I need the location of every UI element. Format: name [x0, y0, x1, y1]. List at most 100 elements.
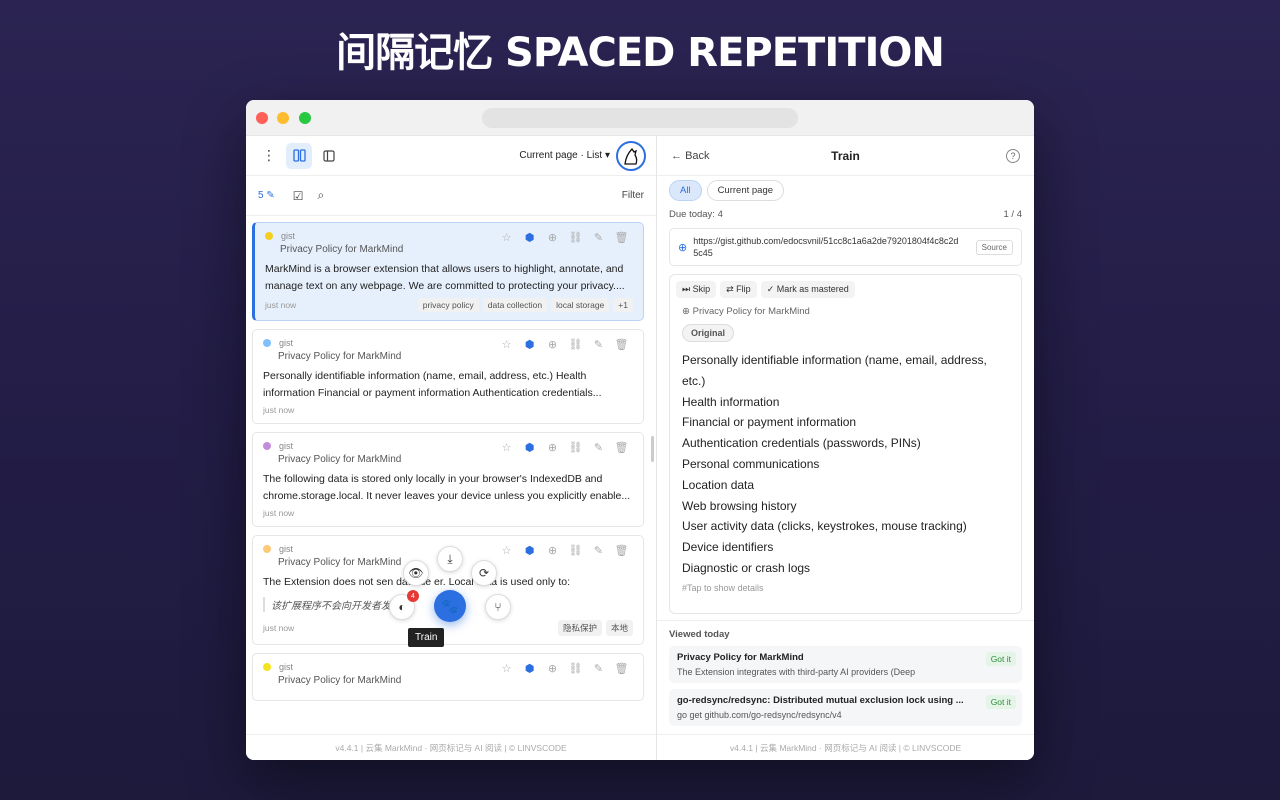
link-icon[interactable]: ⛓: [564, 338, 587, 351]
refresh-icon[interactable]: ⟳: [471, 560, 497, 586]
color-tag-icon[interactable]: ⬢: [518, 662, 541, 675]
pill-current-page[interactable]: Current page: [706, 179, 785, 201]
edit-count-button[interactable]: 5 ✎: [258, 190, 275, 201]
flip-button[interactable]: ⇄ Flip: [720, 281, 757, 298]
card-tags: privacy policy data collection local stora…: [414, 298, 633, 312]
mark-mastered-button[interactable]: ✓ Mark as mastered: [760, 281, 855, 298]
viewed-item[interactable]: go-redsync/redsync: Distributed mutual e…: [669, 689, 1022, 726]
trash-icon[interactable]: 🗑: [610, 662, 633, 675]
trash-icon[interactable]: 🗑: [610, 441, 633, 454]
filter-button[interactable]: Filter: [622, 190, 644, 201]
list-item[interactable]: gist Privacy Policy for MarkMind MarkMind …: [252, 222, 644, 321]
edit-icon[interactable]: ✎: [587, 441, 610, 454]
tag[interactable]: 本地: [605, 619, 633, 636]
target-icon[interactable]: ⊕: [541, 338, 564, 351]
link-icon[interactable]: ⛓: [564, 662, 587, 675]
color-tag-icon[interactable]: ⬢: [518, 338, 541, 351]
card-page-title: Privacy Policy for MarkMind: [278, 674, 402, 686]
help-icon[interactable]: ?: [1006, 148, 1020, 163]
list-item[interactable]: gist Privacy Policy for MarkMind ☆ ⬢ ⊕ ⛓ ✎ 🗑: [252, 652, 644, 701]
status-badge: Got it: [985, 652, 1016, 666]
notes-list: gist Privacy Policy for MarkMind MarkMind …: [252, 222, 644, 738]
list-item[interactable]: gist Privacy Policy for MarkMind Personall…: [252, 329, 644, 424]
card-line: User activity data (clicks, keystrokes, …: [682, 519, 967, 534]
avatar[interactable]: [616, 140, 646, 171]
train-panel: ← Back Train ? All Current page Due toda…: [657, 136, 1034, 760]
source-url[interactable]: https://gist.github.com/edocsvnil/51cc8c…: [693, 235, 963, 259]
split-view-icon[interactable]: [286, 142, 312, 169]
card-body: The following data is stored only locall…: [263, 473, 631, 502]
star-icon[interactable]: ☆: [495, 544, 518, 557]
edit-icon[interactable]: ✎: [587, 662, 610, 675]
edit-icon[interactable]: ✎: [587, 231, 610, 244]
star-icon[interactable]: ☆: [495, 662, 518, 675]
pill-all[interactable]: All: [669, 179, 702, 201]
viewed-today-heading: Viewed today: [669, 629, 730, 640]
collapse-sidebar-icon[interactable]: [316, 143, 342, 169]
target-icon[interactable]: ⊕: [541, 662, 564, 675]
back-button[interactable]: ← Back: [671, 150, 710, 162]
star-icon[interactable]: ☆: [495, 441, 518, 454]
download-icon[interactable]: ⤓: [437, 546, 463, 572]
color-dot: [263, 662, 271, 671]
trash-icon[interactable]: 🗑: [610, 338, 633, 351]
target-icon[interactable]: ⊕: [541, 231, 564, 244]
edit-icon[interactable]: ✎: [587, 544, 610, 557]
more-menu-icon[interactable]: ⋮: [256, 143, 282, 169]
right-footer: v4.4.1 | 云集 MarkMind · 网页标记与 AI 阅读 | © L…: [657, 734, 1034, 760]
flip-label: Flip: [736, 284, 751, 294]
due-row: Due today: 4 1 / 4: [657, 202, 1034, 226]
branch-icon[interactable]: ⑂: [485, 594, 511, 620]
card-line: Financial or payment information: [682, 415, 857, 430]
review-icon[interactable]: ◐ 4: [389, 590, 419, 620]
address-bar[interactable]: [482, 108, 798, 128]
status-badge: Got it: [985, 695, 1016, 709]
scope-pills: All Current page: [657, 176, 1034, 202]
window-titlebar: [246, 100, 1034, 136]
close-window-button[interactable]: [256, 112, 268, 124]
scrollbar[interactable]: [651, 436, 654, 462]
trash-icon[interactable]: 🗑: [610, 544, 633, 557]
link-icon[interactable]: ⛓: [564, 441, 587, 454]
trash-icon[interactable]: 🗑: [610, 231, 633, 244]
card-meta: just now: [263, 405, 633, 415]
card-page-title: Privacy Policy for MarkMind: [278, 351, 402, 362]
list-item[interactable]: gist Privacy Policy for MarkMind The follo…: [252, 432, 644, 527]
train-fab-button[interactable]: 🐾: [434, 590, 466, 622]
target-icon[interactable]: ⊕: [541, 441, 564, 454]
color-tag-icon[interactable]: ⬢: [518, 544, 541, 557]
maximize-window-button[interactable]: [299, 112, 311, 124]
view-eye-icon[interactable]: 👁: [403, 560, 429, 586]
card-body: The Extension does not sen data de er. L…: [263, 576, 571, 588]
select-checkbox-icon[interactable]: ☑: [293, 189, 304, 203]
color-tag-icon[interactable]: ⬢: [518, 231, 541, 244]
minimize-window-button[interactable]: [277, 112, 289, 124]
star-icon[interactable]: ☆: [495, 338, 518, 351]
back-label: Back: [685, 149, 710, 162]
card-meta: just now: [263, 508, 633, 518]
note-count: 5: [258, 190, 264, 201]
card-source-label: gist: [279, 338, 294, 348]
search-icon[interactable]: ⌕: [318, 188, 325, 203]
viewed-item-snippet: go get github.com/go-redsync/redsync/v4: [677, 710, 842, 720]
card-line: Device identifiers: [682, 540, 774, 555]
link-icon[interactable]: ⛓: [564, 544, 587, 557]
edit-icon[interactable]: ✎: [587, 338, 610, 351]
tag[interactable]: 隐私保护: [557, 619, 602, 636]
page-indicator: 1 / 4: [1003, 208, 1023, 220]
mark-mastered-label: Mark as mastered: [776, 284, 849, 294]
target-icon[interactable]: ⊕: [541, 544, 564, 557]
tag[interactable]: data collection: [482, 298, 548, 312]
link-icon[interactable]: ⛓: [564, 231, 587, 244]
star-icon[interactable]: ☆: [495, 231, 518, 244]
view-selector[interactable]: Current page · List ▾: [519, 150, 610, 161]
color-tag-icon[interactable]: ⬢: [518, 441, 541, 454]
viewed-item[interactable]: Privacy Policy for MarkMind The Extensio…: [669, 646, 1022, 683]
tag[interactable]: privacy policy: [417, 298, 479, 312]
source-button[interactable]: Source: [975, 239, 1013, 255]
skip-button[interactable]: ⏭ Skip: [676, 281, 717, 298]
tag[interactable]: +1: [613, 298, 633, 312]
train-card[interactable]: ⏭ Skip ⇄ Flip ✓ Mark as mastered ⊕ Priva…: [669, 274, 1022, 614]
tag[interactable]: local storage: [551, 298, 610, 312]
card-time: just now: [265, 300, 297, 310]
